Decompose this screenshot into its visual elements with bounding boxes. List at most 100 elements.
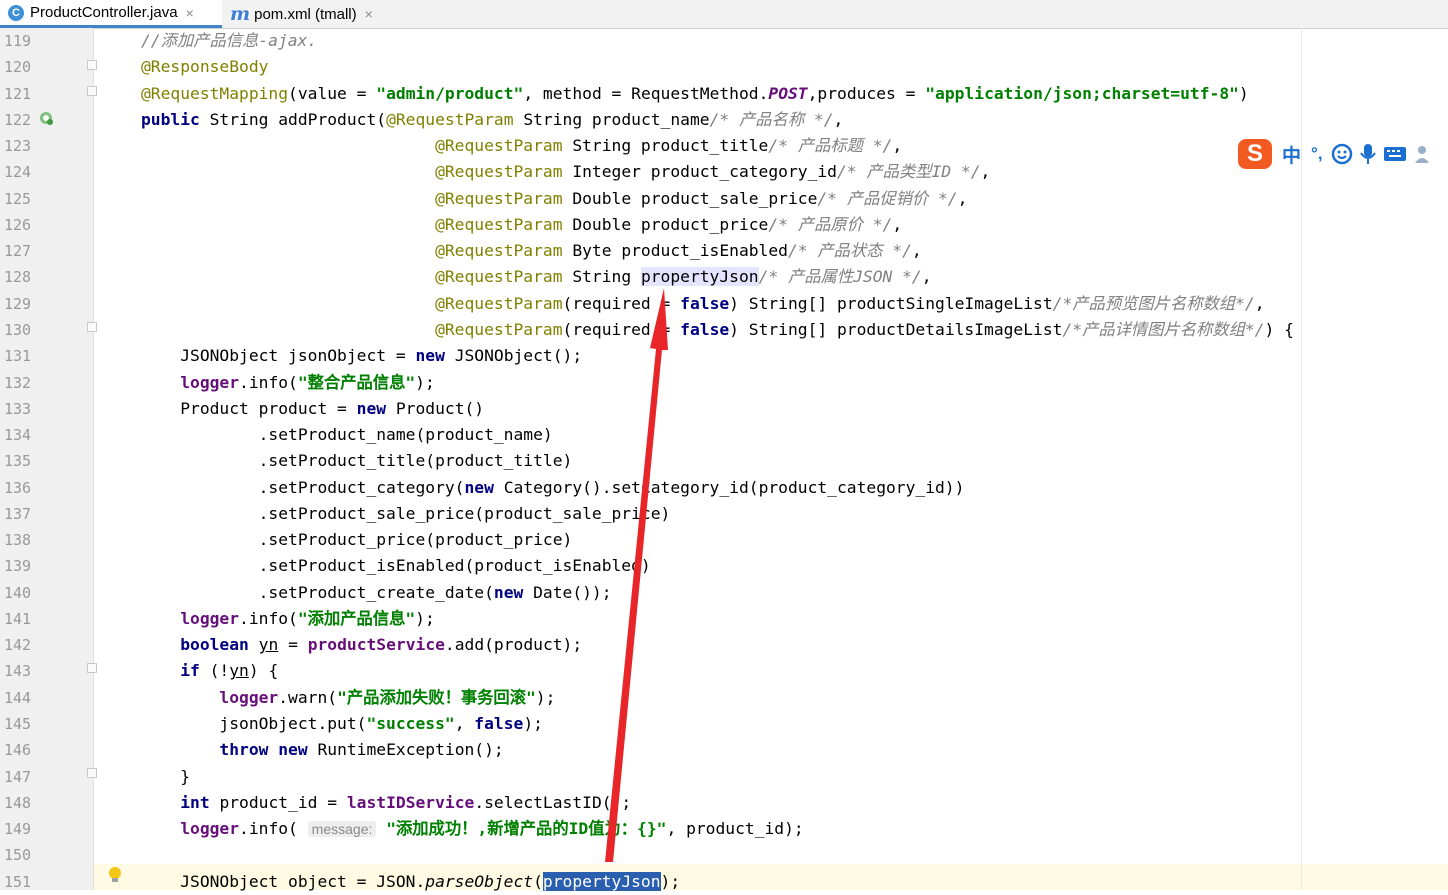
code-text[interactable]: @RequestParam String product_title/* 产品标…: [141, 133, 902, 159]
code-line[interactable]: 120 @ResponseBody: [0, 54, 1448, 80]
code-token: JSONObject jsonObject =: [141, 346, 416, 366]
code-text[interactable]: public String addProduct(@RequestParam S…: [141, 107, 843, 133]
code-line[interactable]: 151 JSONObject object = JSON.parseObject…: [0, 869, 1448, 895]
ime-toolbar[interactable]: S 中 °,: [1238, 138, 1448, 170]
code-line[interactable]: 145 jsonObject.put("success", false);: [0, 711, 1448, 737]
code-text[interactable]: JSONObject jsonObject = new JSONObject()…: [141, 343, 582, 369]
code-line[interactable]: 144 logger.warn("产品添加失败！事务回滚");: [0, 685, 1448, 711]
code-text[interactable]: @RequestMapping(value = "admin/product",…: [141, 81, 1249, 107]
code-token: new: [464, 477, 494, 497]
code-line[interactable]: 121 @RequestMapping(value = "admin/produc…: [0, 81, 1448, 107]
code-text[interactable]: .setProduct_isEnabled(product_isEnabled): [141, 553, 651, 579]
code-text[interactable]: .setProduct_title(product_title): [141, 448, 573, 474]
close-icon[interactable]: ×: [365, 6, 373, 22]
code-token: String: [562, 267, 641, 287]
code-line[interactable]: 135 .setProduct_title(product_title): [0, 448, 1448, 474]
sogou-logo-icon[interactable]: S: [1238, 139, 1272, 169]
close-icon[interactable]: ×: [186, 5, 194, 21]
code-line[interactable]: 134 .setProduct_name(product_name): [0, 422, 1448, 448]
code-line[interactable]: 127 @RequestParam Byte product_isEnabled…: [0, 238, 1448, 264]
code-text[interactable]: int product_id = lastIDService.selectLas…: [141, 790, 631, 816]
code-line[interactable]: 143 if (!yn) {: [0, 658, 1448, 684]
emoji-icon[interactable]: [1331, 143, 1353, 165]
code-line[interactable]: 139 .setProduct_isEnabled(product_isEnab…: [0, 553, 1448, 579]
keyboard-icon[interactable]: [1383, 144, 1407, 164]
code-line[interactable]: 132 logger.info("整合产品信息");: [0, 370, 1448, 396]
code-token: false: [474, 714, 524, 734]
code-line[interactable]: 142 boolean yn = productService.add(prod…: [0, 632, 1448, 658]
code-text[interactable]: logger.info("整合产品信息");: [141, 370, 435, 396]
code-line[interactable]: 146 throw new RuntimeException();: [0, 737, 1448, 763]
code-token: .setProduct_name(product_name): [141, 425, 553, 445]
code-line[interactable]: 137 .setProduct_sale_price(product_sale_…: [0, 501, 1448, 527]
code-text[interactable]: @ResponseBody: [141, 54, 268, 80]
code-text[interactable]: @RequestParam(required = false) String[]…: [141, 317, 1294, 343]
code-text[interactable]: .setProduct_name(product_name): [141, 422, 553, 448]
code-token: JSONObject();: [444, 346, 583, 366]
code-line[interactable]: 130 @RequestParam(required = false) Stri…: [0, 317, 1448, 343]
code-token: (required =: [562, 319, 681, 339]
user-icon[interactable]: [1413, 143, 1435, 165]
ime-lang-toggle[interactable]: 中: [1282, 141, 1301, 168]
code-line[interactable]: 141 logger.info("添加产品信息");: [0, 606, 1448, 632]
code-line[interactable]: 126 @RequestParam Double product_price/*…: [0, 212, 1448, 238]
tab-product-controller[interactable]: C ProductController.java ×: [0, 0, 222, 28]
tab-pom-xml[interactable]: m pom.xml (tmall) ×: [226, 0, 396, 28]
code-token: Date());: [523, 582, 612, 602]
code-line[interactable]: 147 }: [0, 764, 1448, 790]
code-line[interactable]: 138 .setProduct_price(product_price): [0, 527, 1448, 553]
code-text[interactable]: @RequestParam String propertyJson/* 产品属性…: [141, 264, 932, 290]
code-line[interactable]: 140 .setProduct_create_date(new Date());: [0, 580, 1448, 606]
code-line[interactable]: 129 @RequestParam(required = false) Stri…: [0, 291, 1448, 317]
code-text[interactable]: @RequestParam Double product_price/* 产品原…: [141, 212, 902, 238]
code-text[interactable]: @RequestParam Byte product_isEnabled/* 产…: [141, 238, 922, 264]
code-text[interactable]: boolean yn = productService.add(product)…: [141, 632, 582, 658]
code-token: propertyJson: [542, 871, 661, 891]
code-line[interactable]: 131 JSONObject jsonObject = new JSONObje…: [0, 343, 1448, 369]
code-text[interactable]: @RequestParam Double product_sale_price/…: [141, 186, 967, 212]
microphone-icon[interactable]: [1359, 143, 1377, 165]
code-text[interactable]: .setProduct_create_date(new Date());: [141, 580, 612, 606]
code-token: Double product_sale_price: [562, 188, 818, 208]
code-text[interactable]: @RequestParam(required = false) String[]…: [141, 291, 1264, 317]
code-token: ) String[] productDetailsImageList: [729, 319, 1063, 339]
code-text[interactable]: .setProduct_sale_price(product_sale_pric…: [141, 501, 671, 527]
code-text[interactable]: JSONObject object = JSON.parseObject(pro…: [141, 869, 680, 895]
code-text[interactable]: .setProduct_category(new Category().setC…: [141, 475, 965, 501]
code-line[interactable]: 122 public String addProduct(@RequestPara…: [0, 107, 1448, 133]
code-line[interactable]: 119 //添加产品信息-ajax.: [0, 28, 1448, 54]
code-line[interactable]: 123 @RequestParam String product_title/*…: [0, 133, 1448, 159]
code-token: );: [523, 714, 543, 734]
code-line[interactable]: 124 @RequestParam Integer product_catego…: [0, 159, 1448, 185]
code-text[interactable]: if (!yn) {: [141, 658, 278, 684]
code-text[interactable]: @RequestParam Integer product_category_i…: [141, 159, 990, 185]
code-line[interactable]: 128 @RequestParam String propertyJson/* …: [0, 264, 1448, 290]
code-line[interactable]: 133 Product product = new Product(): [0, 396, 1448, 422]
code-token: ,produces =: [807, 83, 926, 103]
code-line[interactable]: 150: [0, 842, 1448, 868]
code-text[interactable]: //添加产品信息-ajax.: [141, 28, 317, 54]
line-number: 128: [4, 268, 32, 287]
code-token: product_id =: [209, 792, 347, 812]
ime-punct-toggle[interactable]: °,: [1311, 144, 1323, 164]
code-token: /* 产品状态 */: [787, 241, 912, 261]
code-text[interactable]: logger.info( message: "添加成功！,新增产品的ID值为：{…: [141, 816, 804, 842]
code-line[interactable]: 149 logger.info( message: "添加成功！,新增产品的ID…: [0, 816, 1448, 842]
code-token: .info(: [239, 819, 308, 839]
code-text[interactable]: .setProduct_price(product_price): [141, 527, 573, 553]
code-text[interactable]: logger.info("添加产品信息");: [141, 606, 435, 632]
code-text[interactable]: throw new RuntimeException();: [141, 737, 503, 763]
code-line[interactable]: 148 int product_id = lastIDService.selec…: [0, 790, 1448, 816]
code-text[interactable]: }: [141, 764, 190, 790]
code-text[interactable]: Product product = new Product(): [141, 396, 484, 422]
code-line[interactable]: 136 .setProduct_category(new Category().…: [0, 475, 1448, 501]
code-text[interactable]: logger.warn("产品添加失败！事务回滚");: [141, 685, 555, 711]
code-token: (value =: [288, 83, 377, 103]
code-line[interactable]: 125 @RequestParam Double product_sale_pr…: [0, 186, 1448, 212]
code-token: /* 产品名称 */: [709, 109, 834, 129]
code-text[interactable]: jsonObject.put("success", false);: [141, 711, 543, 737]
code-token: @RequestParam: [435, 214, 563, 234]
code-token: , product_id);: [666, 819, 804, 839]
